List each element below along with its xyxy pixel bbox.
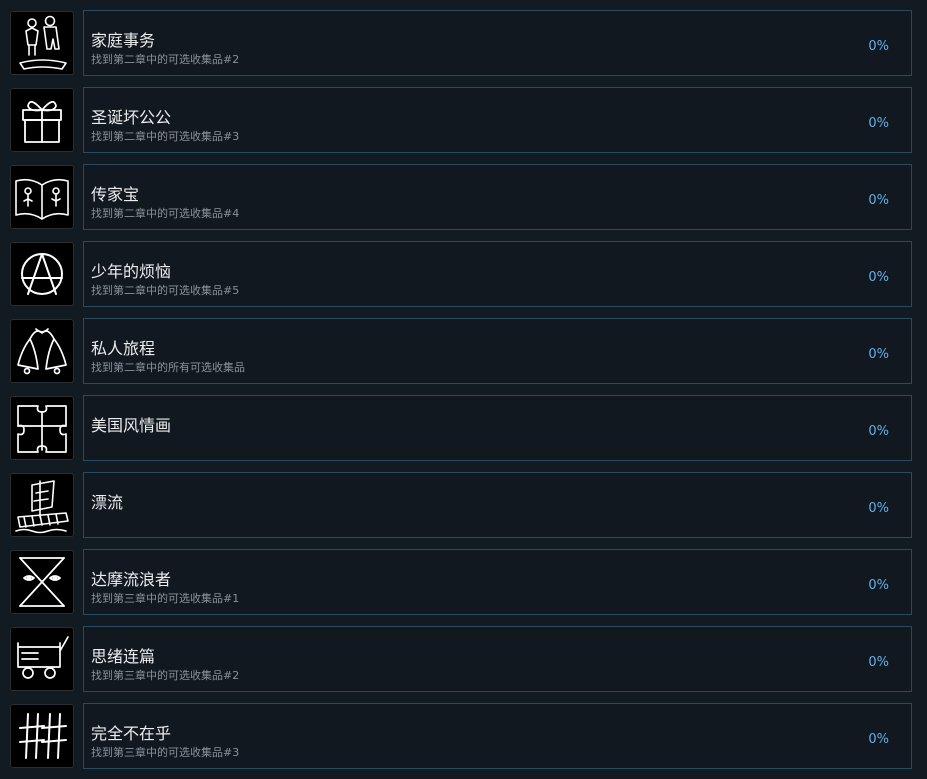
achievement-card: 家庭事务 找到第二章中的可选收集品#2 0% — [83, 10, 912, 76]
wagon-icon — [10, 627, 74, 691]
achievement-title: 美国风情画 — [91, 416, 172, 435]
achievement-row[interactable]: 少年的烦恼 找到第二章中的可选收集品#5 0% — [0, 241, 927, 307]
achievement-row[interactable]: 达摩流浪者 找到第三章中的可选收集品#1 0% — [0, 549, 927, 615]
unlock-percentage: 0% — [868, 347, 889, 362]
achievement-row[interactable]: 传家宝 找到第二章中的可选收集品#4 0% — [0, 164, 927, 230]
achievement-card: 完全不在乎 找到第三章中的可选收集品#3 0% — [83, 703, 912, 769]
achievement-list: 家庭事务 找到第二章中的可选收集品#2 0% 圣诞坏公公 找到第二章中的可选收集… — [0, 0, 927, 779]
achievement-title: 家庭事务 — [91, 31, 156, 50]
achievement-title: 完全不在乎 — [91, 724, 172, 743]
anarchy-symbol-icon — [10, 242, 74, 306]
achievement-description: 找到第二章中的可选收集品#3 — [91, 130, 240, 143]
achievement-description: 找到第二章中的可选收集品#5 — [91, 284, 240, 297]
achievement-description: 找到第三章中的可选收集品#1 — [91, 592, 240, 605]
unlock-percentage: 0% — [868, 39, 889, 54]
hash-marks-icon — [10, 704, 74, 768]
unlock-percentage: 0% — [868, 424, 889, 439]
achievement-row[interactable]: 思绪连篇 找到第三章中的可选收集品#2 0% — [0, 626, 927, 692]
achievement-card: 传家宝 找到第二章中的可选收集品#4 0% — [83, 164, 912, 230]
achievement-title: 漂流 — [91, 493, 124, 512]
achievement-row[interactable]: 家庭事务 找到第二章中的可选收集品#2 0% — [0, 10, 927, 76]
unlock-percentage: 0% — [868, 578, 889, 593]
achievement-row[interactable]: 完全不在乎 找到第三章中的可选收集品#3 0% — [0, 703, 927, 769]
raft-icon — [10, 473, 74, 537]
achievement-title: 少年的烦恼 — [91, 262, 172, 281]
unlock-percentage: 0% — [868, 501, 889, 516]
achievement-row[interactable]: 漂流 0% — [0, 472, 927, 538]
achievement-card: 私人旅程 找到第二章中的所有可选收集品 0% — [83, 318, 912, 384]
hourglass-eyes-icon — [10, 550, 74, 614]
unlock-percentage: 0% — [868, 193, 889, 208]
achievement-description: 找到第三章中的可选收集品#3 — [91, 746, 240, 759]
achievement-row[interactable]: 圣诞坏公公 找到第二章中的可选收集品#3 0% — [0, 87, 927, 153]
achievement-row[interactable]: 美国风情画 0% — [0, 395, 927, 461]
open-book-icon — [10, 165, 74, 229]
achievement-title: 达摩流浪者 — [91, 570, 172, 589]
achievement-card: 美国风情画 0% — [83, 395, 912, 461]
gift-box-icon — [10, 88, 74, 152]
achievement-description: 找到第三章中的可选收集品#2 — [91, 669, 240, 682]
achievement-card: 达摩流浪者 找到第三章中的可选收集品#1 0% — [83, 549, 912, 615]
achievement-description: 找到第二章中的可选收集品#4 — [91, 207, 240, 220]
unlock-percentage: 0% — [868, 270, 889, 285]
unlock-percentage: 0% — [868, 655, 889, 670]
achievement-card: 少年的烦恼 找到第二章中的可选收集品#5 0% — [83, 241, 912, 307]
unlock-percentage: 0% — [868, 732, 889, 747]
bells-icon — [10, 319, 74, 383]
achievement-title: 传家宝 — [91, 185, 140, 204]
achievement-description: 找到第二章中的所有可选收集品 — [91, 361, 245, 374]
achievement-card: 圣诞坏公公 找到第二章中的可选收集品#3 0% — [83, 87, 912, 153]
achievement-title: 思绪连篇 — [91, 647, 156, 666]
achievement-title: 私人旅程 — [91, 339, 156, 358]
puzzle-piece-icon — [10, 396, 74, 460]
achievement-card: 思绪连篇 找到第三章中的可选收集品#2 0% — [83, 626, 912, 692]
achievement-title: 圣诞坏公公 — [91, 108, 172, 127]
achievement-row[interactable]: 私人旅程 找到第二章中的所有可选收集品 0% — [0, 318, 927, 384]
achievement-description: 找到第二章中的可选收集品#2 — [91, 53, 240, 66]
family-figures-icon — [10, 11, 74, 75]
achievement-card: 漂流 0% — [83, 472, 912, 538]
unlock-percentage: 0% — [868, 116, 889, 131]
